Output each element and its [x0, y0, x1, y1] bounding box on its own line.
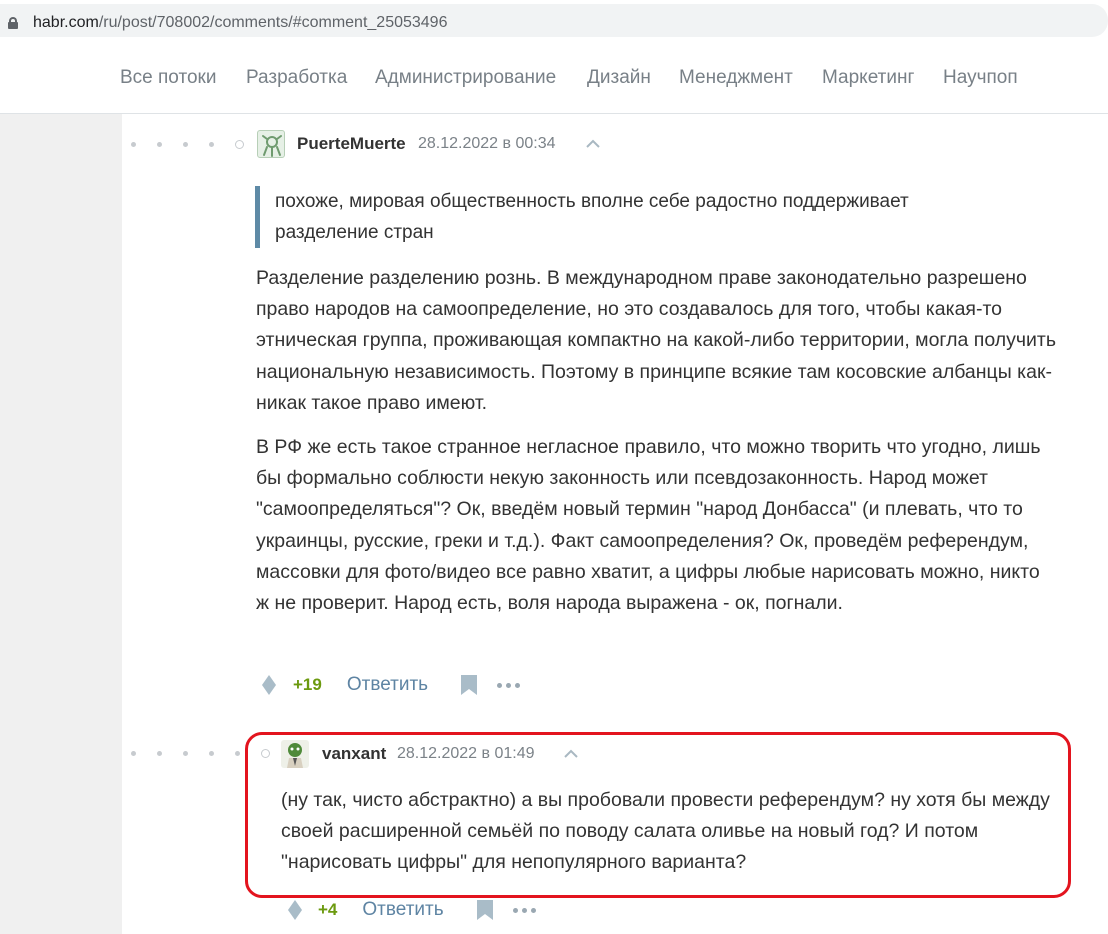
bookmark-icon[interactable] [461, 675, 478, 695]
url-text[interactable]: habr.com/ru/post/708002/comments/#commen… [33, 14, 447, 32]
comment-paragraph: Разделение разделению рознь. В междунаро… [256, 267, 1057, 414]
reply-button[interactable]: Ответить [362, 899, 443, 921]
nav-item-marketing[interactable]: Маркетинг [822, 67, 914, 89]
reply-button[interactable]: Ответить [347, 674, 428, 696]
nav-item-management[interactable]: Менеджмент [679, 67, 793, 89]
nav-item-administration[interactable]: Администрирование [375, 67, 556, 89]
comment-quote: похоже, мировая общественность вполне се… [255, 186, 1015, 248]
vote-icon[interactable] [288, 900, 302, 920]
nav-item-all-flows[interactable]: Все потоки [120, 67, 216, 89]
comment-author[interactable]: PuerteMuerte [297, 134, 406, 154]
comment-score: +19 [293, 675, 322, 694]
vote-icon[interactable] [262, 675, 276, 695]
lock-icon[interactable] [8, 17, 18, 29]
main-nav: Все потоки Разработка Администрирование … [0, 40, 1108, 114]
nav-item-popsci[interactable]: Научпоп [943, 67, 1018, 89]
comment-actions: +4 Ответить [288, 899, 536, 921]
url-field[interactable]: habr.com/ru/post/708002/comments/#commen… [0, 4, 1108, 37]
bookmark-icon[interactable] [476, 900, 493, 920]
comment-actions: +19 Ответить [262, 674, 521, 696]
nav-item-design[interactable]: Дизайн [587, 67, 651, 89]
chevron-up-icon[interactable] [585, 139, 601, 149]
more-options-icon[interactable] [497, 682, 521, 688]
more-options-icon[interactable] [512, 907, 536, 913]
comment-score: +4 [318, 900, 338, 919]
nav-item-development[interactable]: Разработка [246, 67, 347, 89]
browser-address-bar: habr.com/ru/post/708002/comments/#commen… [0, 0, 1108, 40]
url-path: /ru/post/708002/comments/#comment_250534… [98, 14, 448, 31]
highlight-frame [245, 732, 1071, 898]
comment-paragraph: В РФ же есть такое странное негласное пр… [256, 436, 1041, 615]
avatar[interactable] [257, 130, 285, 158]
url-host: habr.com [33, 14, 99, 31]
comment-date[interactable]: 28.12.2022 в 00:34 [418, 135, 556, 153]
thread-depth-dots[interactable] [131, 140, 244, 149]
